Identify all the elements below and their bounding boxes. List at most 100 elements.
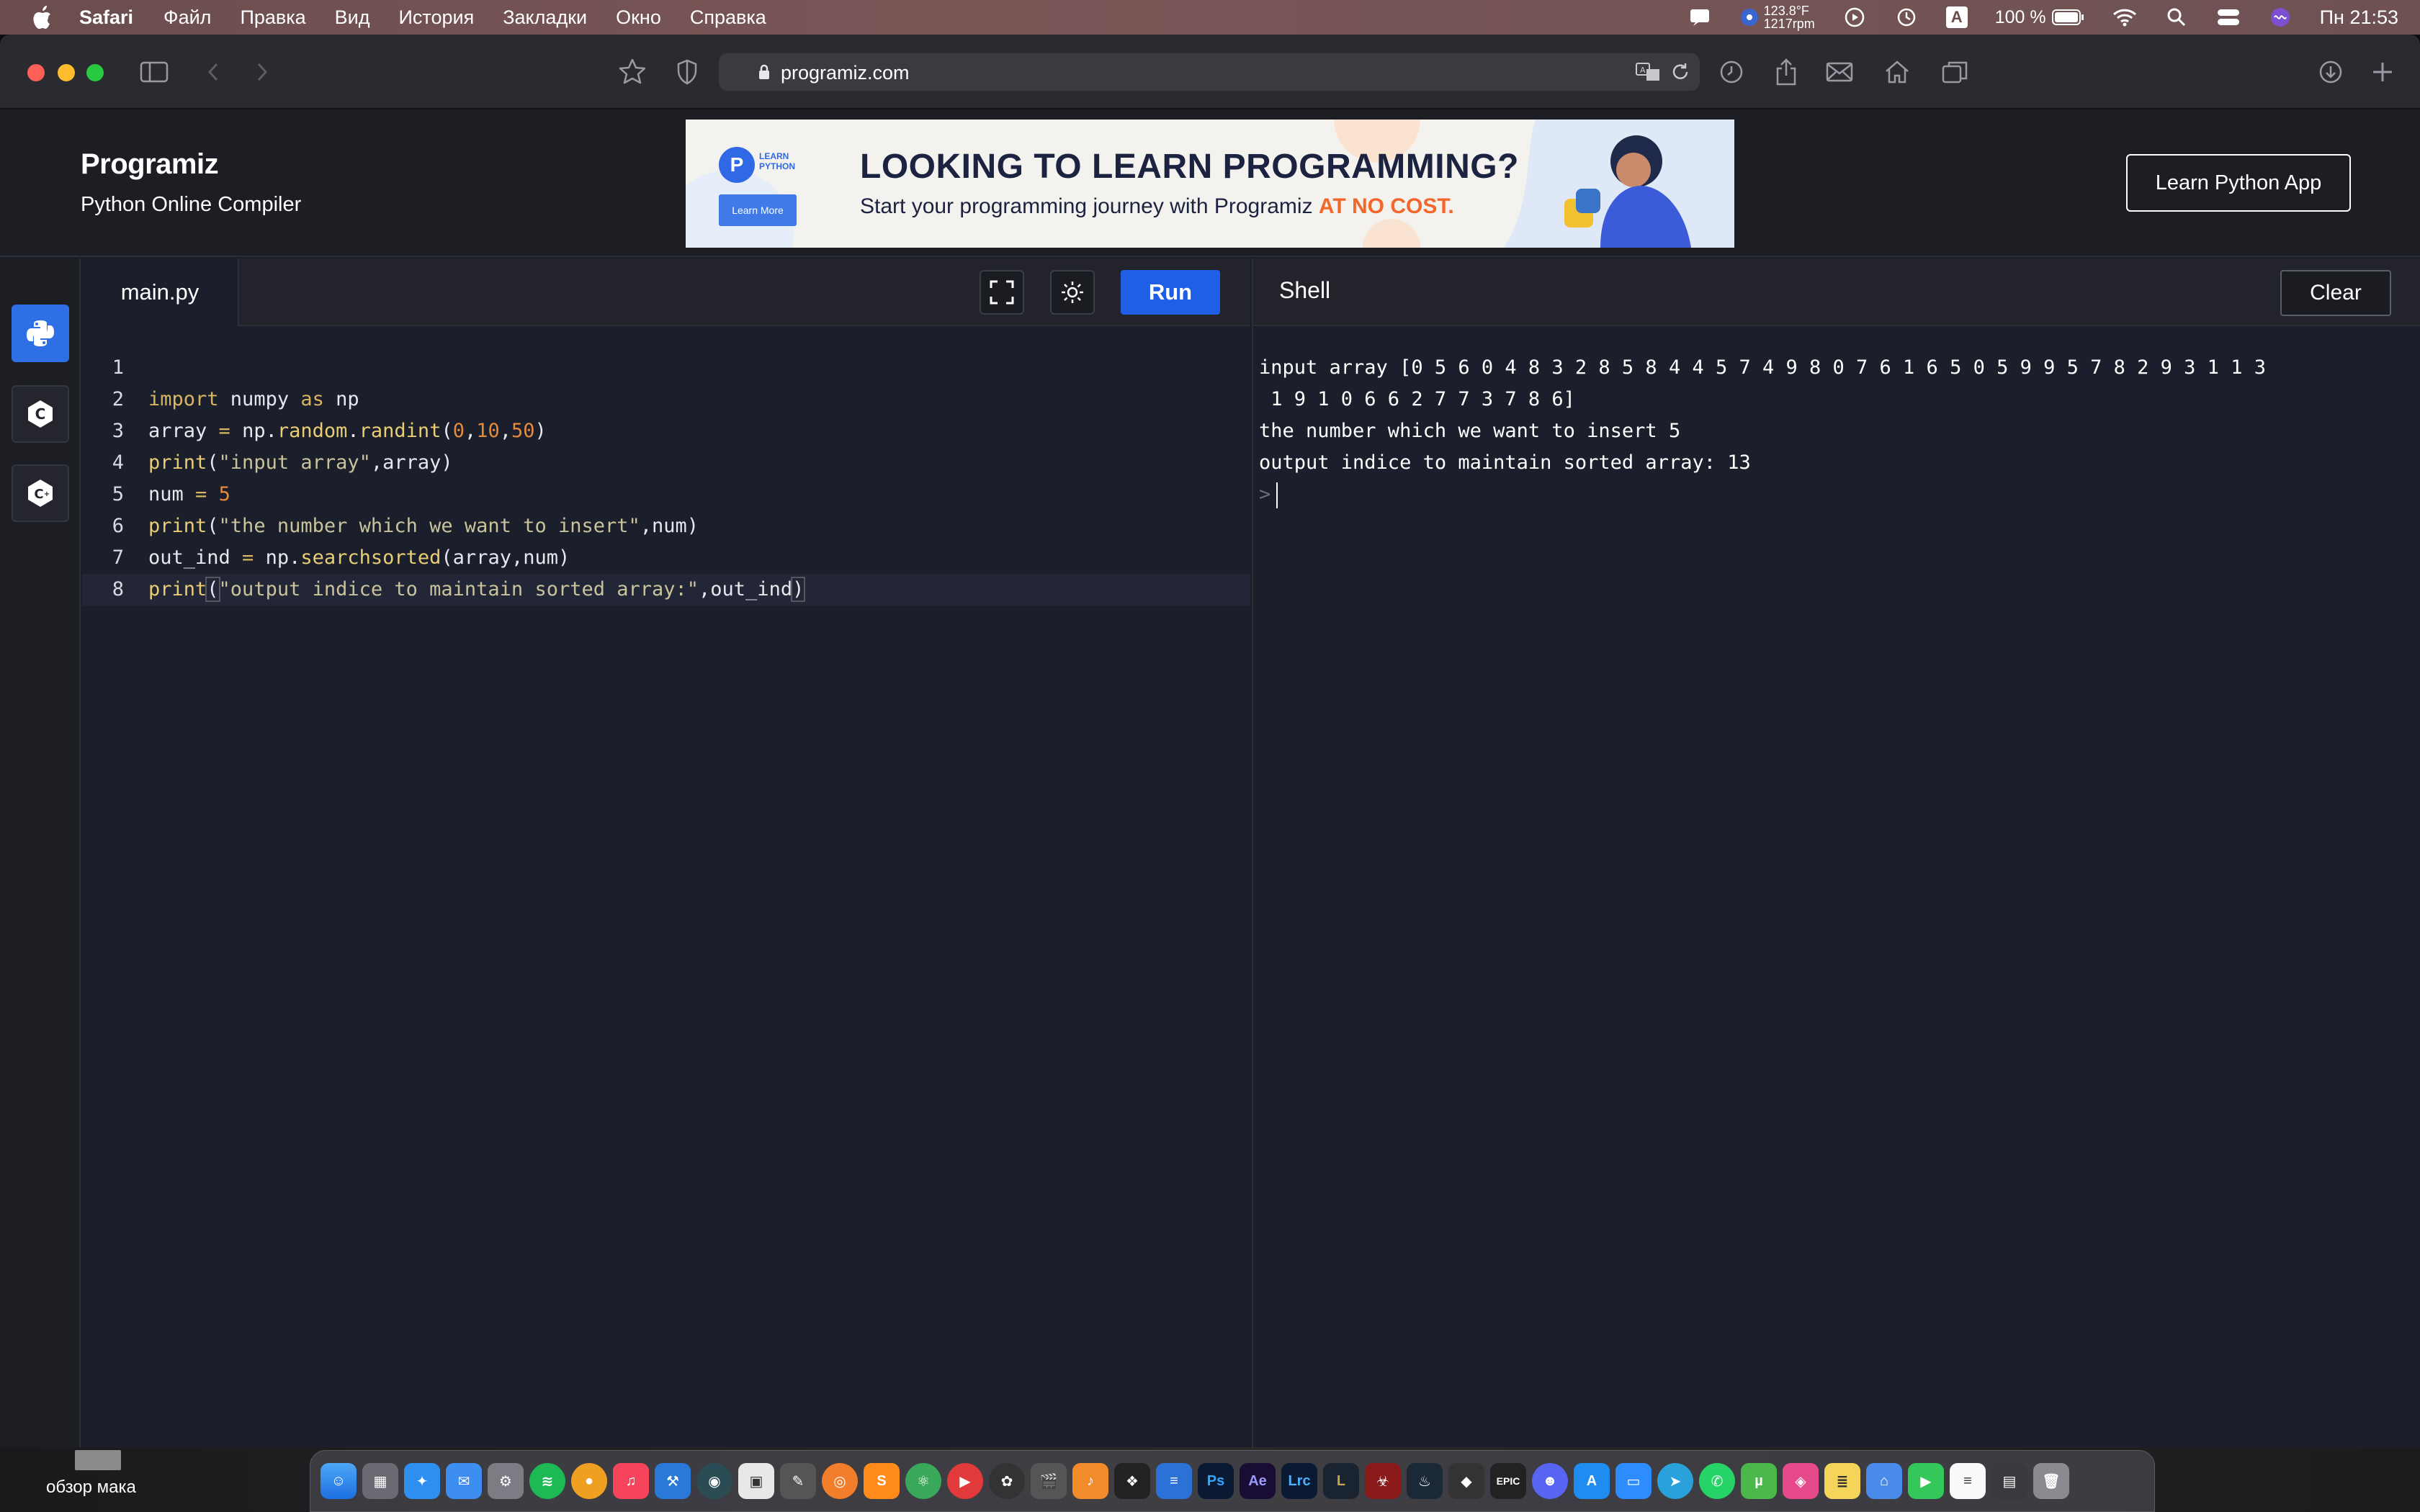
sublime-icon[interactable]: S bbox=[864, 1463, 900, 1499]
biohazard-icon[interactable]: ☣ bbox=[1365, 1463, 1401, 1499]
new-tab-plus-icon[interactable] bbox=[2367, 56, 2398, 88]
spotlight-search-icon[interactable] bbox=[2164, 5, 2189, 30]
translate-icon[interactable]: A bbox=[1635, 60, 1661, 87]
input-source-icon[interactable]: A bbox=[1945, 6, 1968, 28]
notes-icon[interactable]: ≡ bbox=[1950, 1463, 1986, 1499]
address-bar[interactable]: programiz.com A bbox=[719, 53, 1700, 91]
steam-icon[interactable]: ♨ bbox=[1407, 1463, 1443, 1499]
run-button[interactable]: Run bbox=[1121, 270, 1220, 315]
time-machine-icon[interactable] bbox=[1894, 5, 1919, 30]
notification-bell-icon[interactable] bbox=[1688, 5, 1712, 30]
desktop-file-label[interactable]: обзор мака bbox=[46, 1477, 136, 1498]
sidebar-toggle-icon[interactable] bbox=[138, 56, 170, 88]
pink-app-icon[interactable]: ◈ bbox=[1783, 1463, 1819, 1499]
lang-c-button[interactable]: C bbox=[12, 385, 69, 443]
menu-view[interactable]: Вид bbox=[335, 6, 370, 29]
facetime-icon[interactable]: ▶ bbox=[1908, 1463, 1944, 1499]
photoshop-icon[interactable]: Ps bbox=[1198, 1463, 1234, 1499]
xcode-icon[interactable]: ⚒ bbox=[655, 1463, 691, 1499]
cleaner-icon[interactable]: ● bbox=[571, 1463, 607, 1499]
video-player-icon[interactable]: ▶ bbox=[947, 1463, 983, 1499]
discord-icon[interactable]: ☻ bbox=[1532, 1463, 1568, 1499]
lightroom-icon[interactable]: Lrc bbox=[1281, 1463, 1317, 1499]
music-icon[interactable]: ♫ bbox=[613, 1463, 649, 1499]
minimize-window-button[interactable] bbox=[58, 64, 75, 81]
keynote-icon[interactable]: ⌂ bbox=[1866, 1463, 1902, 1499]
app-store-icon[interactable]: A bbox=[1574, 1463, 1610, 1499]
system-preferences-icon[interactable]: ⚙ bbox=[488, 1463, 524, 1499]
davinci-icon[interactable]: ✿ bbox=[989, 1463, 1025, 1499]
stickies-icon[interactable]: ≣ bbox=[1824, 1463, 1860, 1499]
game-launcher-icon[interactable]: ◆ bbox=[1448, 1463, 1484, 1499]
text-cursor bbox=[1276, 482, 1278, 508]
downloads-stack-icon[interactable]: ▤ bbox=[1991, 1463, 2027, 1499]
zoom-icon[interactable]: ▭ bbox=[1615, 1463, 1652, 1499]
lang-cpp-button[interactable]: C + bbox=[12, 464, 69, 522]
lang-python-button[interactable] bbox=[12, 305, 69, 362]
mail-app-icon[interactable]: ✉ bbox=[446, 1463, 482, 1499]
shell-output[interactable]: input array [0 5 6 0 4 8 3 2 8 5 8 4 4 5… bbox=[1259, 352, 2266, 510]
ad-banner[interactable]: P LEARN PYTHON Learn More LOOKING TO LEA… bbox=[686, 120, 1734, 248]
menu-history[interactable]: История bbox=[399, 6, 475, 29]
forward-icon[interactable] bbox=[246, 56, 278, 88]
league-icon[interactable]: L bbox=[1323, 1463, 1359, 1499]
wifi-icon[interactable] bbox=[2112, 5, 2137, 30]
zoom-window-button[interactable] bbox=[86, 64, 104, 81]
control-center-icon[interactable] bbox=[2216, 5, 2241, 30]
close-window-button[interactable] bbox=[27, 64, 45, 81]
reload-icon[interactable] bbox=[1671, 62, 1690, 86]
share-icon[interactable] bbox=[1770, 56, 1802, 88]
atom-icon[interactable]: ⚛ bbox=[905, 1463, 941, 1499]
trash-icon[interactable]: 🗑 bbox=[2033, 1463, 2069, 1499]
menu-app-safari[interactable]: Safari bbox=[79, 6, 133, 29]
home-icon[interactable] bbox=[1881, 56, 1913, 88]
shell-prompt-line[interactable]: > bbox=[1259, 479, 2266, 510]
menu-edit[interactable]: Правка bbox=[240, 6, 305, 29]
mail-icon[interactable] bbox=[1824, 56, 1855, 88]
siri-icon[interactable] bbox=[2268, 5, 2293, 30]
theme-toggle-button[interactable] bbox=[1050, 270, 1095, 315]
blender-icon[interactable]: ◎ bbox=[822, 1463, 858, 1499]
downloads-icon[interactable] bbox=[2315, 56, 2347, 88]
back-icon[interactable] bbox=[197, 56, 229, 88]
code-area[interactable]: 1 2 import numpy as np 3 array = np.random… bbox=[82, 352, 1250, 606]
tab-overview-icon[interactable] bbox=[1939, 56, 1971, 88]
menu-help[interactable]: Справка bbox=[690, 6, 766, 29]
tab-main-py[interactable]: main.py bbox=[82, 258, 239, 326]
menu-window[interactable]: Окно bbox=[616, 6, 661, 29]
figma-icon[interactable]: ❖ bbox=[1114, 1463, 1150, 1499]
desktop-file-thumbnail[interactable] bbox=[75, 1450, 121, 1470]
layers-icon[interactable]: ≡ bbox=[1156, 1463, 1192, 1499]
banner-learn-more-button[interactable]: Learn More bbox=[719, 194, 797, 226]
menu-bookmarks[interactable]: Закладки bbox=[503, 6, 587, 29]
telegram-icon[interactable]: ➤ bbox=[1657, 1463, 1693, 1499]
final-cut-icon[interactable]: 🎬 bbox=[1031, 1463, 1067, 1499]
after-effects-icon[interactable]: Ae bbox=[1240, 1463, 1276, 1499]
utorrent-icon[interactable]: µ bbox=[1741, 1463, 1777, 1499]
learn-python-app-button[interactable]: Learn Python App bbox=[2126, 154, 2351, 212]
programiz-logo[interactable]: Programiz bbox=[81, 148, 219, 181]
menu-file[interactable]: Файл bbox=[163, 6, 211, 29]
fullscreen-button[interactable] bbox=[980, 270, 1024, 315]
clear-button[interactable]: Clear bbox=[2280, 270, 2391, 316]
code-line: 4 print("input array",array) bbox=[82, 447, 1250, 479]
spotify-icon[interactable]: ≋ bbox=[529, 1463, 565, 1499]
whatsapp-icon[interactable]: ✆ bbox=[1699, 1463, 1735, 1499]
apple-menu-icon[interactable] bbox=[26, 1, 58, 33]
epic-games-icon[interactable]: EPIC bbox=[1490, 1463, 1526, 1499]
code-line-active: 8 print("output indice to maintain sorted… bbox=[82, 574, 1250, 606]
battery-status[interactable]: 100 % bbox=[1995, 7, 2085, 28]
privacy-shield-icon[interactable] bbox=[671, 56, 703, 88]
vpn-icon[interactable]: ◉ bbox=[696, 1463, 732, 1499]
garageband-icon[interactable]: ♪ bbox=[1072, 1463, 1108, 1499]
launchpad-icon[interactable]: ▦ bbox=[362, 1463, 398, 1499]
pen-tool-icon[interactable]: ✎ bbox=[780, 1463, 816, 1499]
safari-icon[interactable]: ✦ bbox=[404, 1463, 440, 1499]
preview-icon[interactable]: ▣ bbox=[738, 1463, 774, 1499]
play-circle-icon[interactable] bbox=[1842, 5, 1867, 30]
bookmark-star-icon[interactable] bbox=[617, 56, 648, 88]
history-clock-icon[interactable] bbox=[1716, 56, 1747, 88]
menubar-clock[interactable]: Пн 21:53 bbox=[2320, 6, 2398, 29]
finder-icon[interactable]: ☺ bbox=[321, 1463, 357, 1499]
fan-monitor[interactable]: 123.8°F 1217rpm bbox=[1739, 4, 1815, 30]
